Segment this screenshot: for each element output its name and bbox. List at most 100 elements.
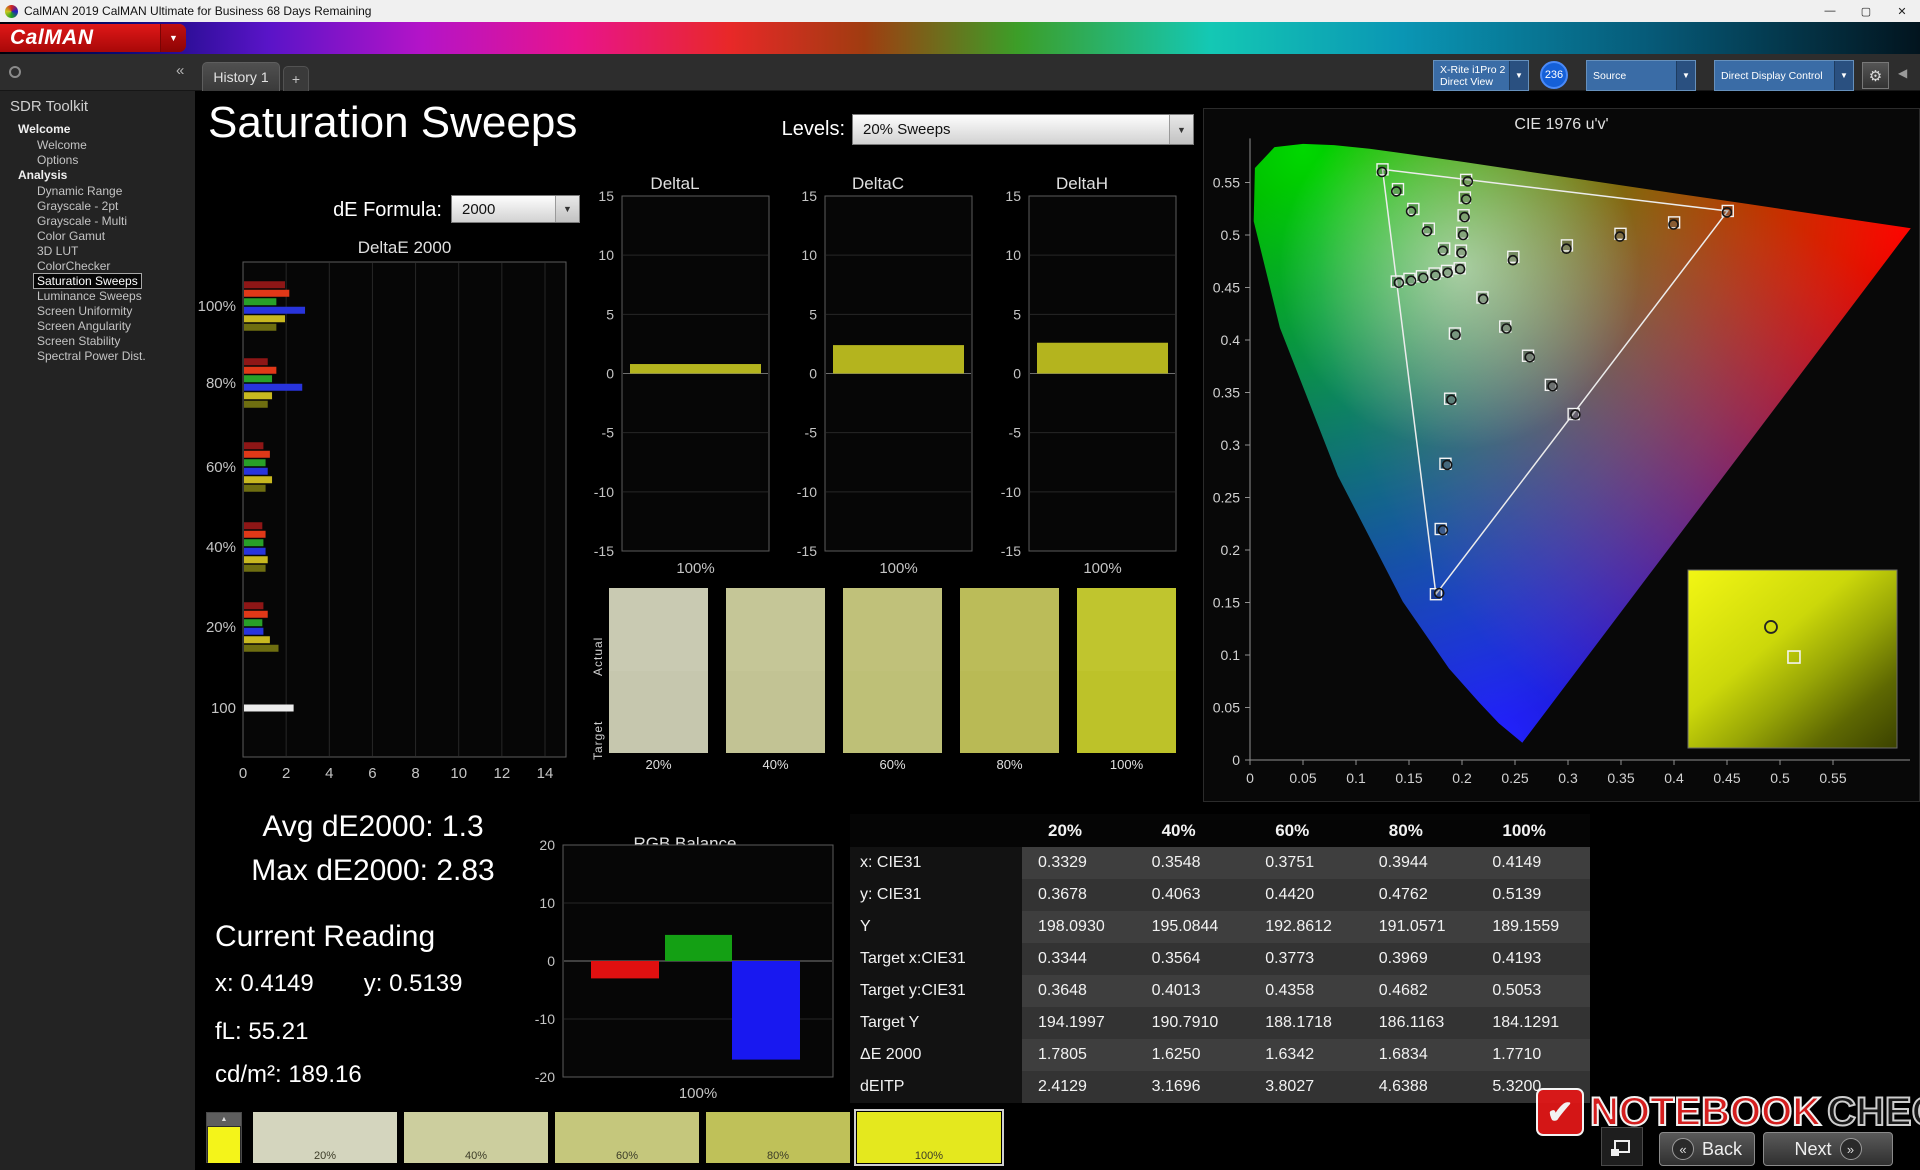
measurement-count-badge: 236 [1540,61,1568,89]
table-cell: 0.3944 [1378,854,1428,871]
filmstrip-swatch-80%[interactable]: 80% [706,1112,850,1163]
levels-dropdown-icon[interactable]: ▼ [1169,115,1193,144]
next-button-label: Next [1794,1138,1832,1159]
cie-measured-circle [1501,323,1512,334]
swatch-actual [960,588,1059,671]
sidebar-section-welcome[interactable]: Welcome [0,121,195,137]
filmstrip-swatch-label: 60% [615,1150,639,1162]
axis-label: -5 [602,425,615,441]
source-dropdown-icon[interactable]: ▼ [1676,61,1695,90]
levels-dropdown[interactable]: 20% Sweeps ▼ [852,114,1194,145]
cie-measured-circle [1437,245,1449,257]
sidebar-item-grayscale-multi[interactable]: Grayscale - Multi [0,213,195,228]
cie-measured-circle [1454,263,1466,275]
table-cell: 0.5139 [1492,886,1542,903]
axis-label: 15 [1005,190,1021,204]
table-cell: 198.0930 [1038,918,1105,935]
calman-logo[interactable]: CalMAN ▼ [0,24,186,52]
axis-label: -15 [594,543,614,559]
filmstrip-swatch-100%[interactable]: 100% [854,1109,1004,1166]
tab-history-1[interactable]: History 1 [202,62,280,91]
target-axis-label: Target [591,720,605,760]
layout-icon [1611,1140,1630,1156]
sidebar-item-screen-stability[interactable]: Screen Stability [0,333,195,348]
deltae-bar [244,358,268,366]
minimize-icon[interactable]: — [1812,0,1848,22]
sidebar-item-dynamic-range[interactable]: Dynamic Range [0,183,195,198]
logo-dropdown-icon[interactable]: ▼ [160,24,186,52]
footlambert-reading: fL: 55.21 [215,1018,309,1045]
axis-label: 8 [411,765,419,782]
axis-label: 0 [1246,770,1254,786]
axis-label: 0 [606,366,614,382]
display-control-dropdown[interactable]: Direct Display Control ▼ [1714,60,1854,91]
cie-measured-circle [1668,219,1679,230]
sidebar-item-options[interactable]: Options [0,152,195,167]
maximize-icon[interactable]: ▢ [1848,0,1884,22]
axis-label: 100% [679,1085,717,1100]
sidebar-item-color-gamut[interactable]: Color Gamut [0,228,195,243]
meter-dropdown-icon[interactable]: ▼ [1509,61,1528,90]
sidebar-item-saturation-sweeps[interactable]: Saturation Sweeps [0,273,195,288]
deltae-bar [244,459,266,467]
axis-label: -5 [805,425,818,441]
delta-bar [833,345,964,374]
next-button[interactable]: Next » [1763,1132,1893,1166]
add-tab-button[interactable]: + [283,66,309,91]
layout-toggle-button[interactable] [1601,1127,1643,1166]
session-icon[interactable] [9,66,21,78]
avg-de2000-reading: Avg dE2000: 1.3 [262,810,484,843]
sidebar-item-3d-lut[interactable]: 3D LUT [0,243,195,258]
meter-dropdown[interactable]: X-Rite i1Pro 2 Direct View ▼ [1433,60,1529,91]
filmstrip: 20% 40% 60% 80% 100% [253,1109,1004,1166]
axis-label: 0.3 [1221,437,1241,453]
sidebar-item-screen-uniformity[interactable]: Screen Uniformity [0,303,195,318]
source-dropdown[interactable]: Source ▼ [1586,60,1696,91]
axis-label: 0.55 [1819,770,1846,786]
table-cell: 189.1559 [1492,918,1560,935]
sweep-swatch-60%: 60% [843,588,942,772]
cie-measured-circle [1456,247,1467,259]
panel-collapse-icon[interactable]: ◀ [1898,66,1907,80]
deltae-bar [244,484,266,492]
deltac-chart: 15 10 5 0 -5 -10 -15 100% [797,190,973,577]
filmstrip-swatch-60%[interactable]: 60% [555,1112,699,1163]
sidebar-item-welcome[interactable]: Welcome [0,137,195,152]
sidebar-item-luminance-sweeps[interactable]: Luminance Sweeps [0,288,195,303]
filmstrip-swatch-40%[interactable]: 40% [404,1112,548,1163]
measurement-table: 20% 40% 60% 80% 100% x: CIE31 0.3329 0.3548 0.37… [850,814,1590,1103]
axis-label: 5 [1013,306,1021,322]
table-cell: 194.1997 [1038,1014,1105,1031]
sidebar-collapse-icon[interactable]: « [176,62,184,79]
sidebar-item-screen-angularity[interactable]: Screen Angularity [0,318,195,333]
filmstrip-up-icon[interactable]: ▲ [207,1113,241,1126]
rgb-bar-blue [732,961,800,1060]
filmstrip-swatch-label: 40% [464,1150,488,1162]
sidebar-item-grayscale-2pt[interactable]: Grayscale - 2pt [0,198,195,213]
filmstrip-swatch-20%[interactable]: 20% [253,1112,397,1163]
table-col-header: 100% [1476,814,1590,847]
cie-measured-circle [1391,186,1402,197]
display-dropdown-icon[interactable]: ▼ [1834,61,1853,90]
close-icon[interactable]: ✕ [1884,0,1920,22]
axis-label: 0.05 [1289,770,1316,786]
table-cell: 0.4682 [1378,982,1428,999]
sidebar-section-analysis[interactable]: Analysis [0,167,195,183]
sidebar-item-colorchecker[interactable]: ColorChecker [0,258,195,273]
window-titlebar: CalMAN 2019 CalMAN Ultimate for Business… [0,0,1920,22]
axis-label: 0.1 [1346,770,1366,786]
deltae-bar [244,315,285,323]
filmstrip-current-patch[interactable]: ▲ [206,1112,242,1163]
back-button[interactable]: « Back [1659,1132,1755,1166]
gear-icon[interactable]: ⚙ [1862,62,1889,89]
deltae-bar [244,366,277,374]
cie-measured-circle [1405,206,1417,217]
deltae-bar [244,323,277,331]
axis-label: 0.35 [1213,385,1240,401]
cie-measured-circle [1376,166,1388,178]
sidebar-item-spectral-power-dist-[interactable]: Spectral Power Dist. [0,348,195,363]
spectrum-banner [0,22,1920,54]
deltae-bar [244,644,279,652]
axis-label: 0.25 [1501,770,1528,786]
swatch-label: 60% [879,757,906,772]
